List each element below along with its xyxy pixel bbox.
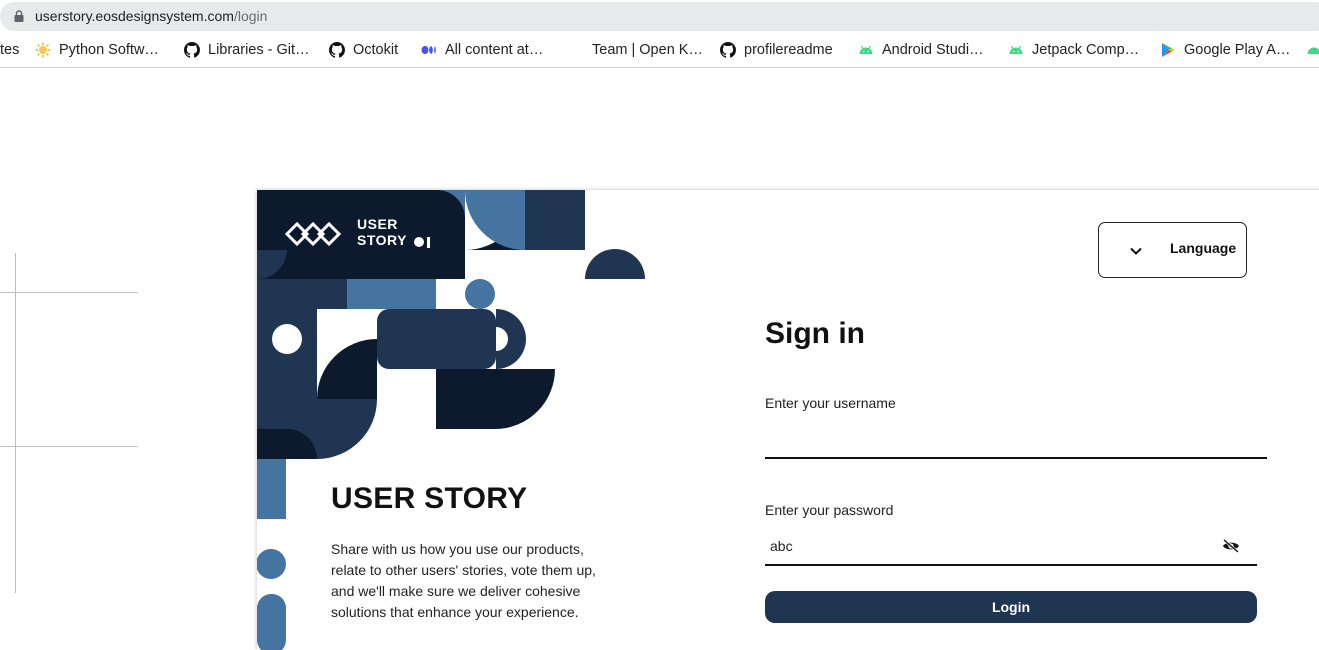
brand-title: USER STORY: [331, 482, 528, 515]
bookmark-label: Octokit: [353, 42, 399, 58]
bookmark-label: Android Studi…: [882, 42, 984, 58]
login-button[interactable]: Login: [765, 591, 1257, 623]
logo-line-1: USER: [357, 216, 398, 232]
language-selector[interactable]: Language: [1098, 222, 1247, 278]
android-icon: [1009, 45, 1023, 54]
password-label: Enter your password: [765, 502, 894, 518]
lock-icon: [14, 10, 24, 22]
github-icon: [184, 42, 200, 58]
logo-text: USER STORY: [357, 216, 407, 248]
url-path: /login: [233, 8, 268, 24]
address-bar[interactable]: userstory.eosdesignsystem.com/login: [0, 0, 1319, 33]
guide-line-vertical: [15, 253, 16, 593]
bookmark-label: profilereadme: [744, 42, 833, 58]
logo-line-2: STORY: [357, 232, 407, 248]
bookmark-item[interactable]: profilereadme: [720, 40, 833, 60]
bookmark-item[interactable]: Google Play A…: [1160, 40, 1290, 60]
bookmark-item[interactable]: Android Studi…: [858, 40, 984, 60]
bookmark-label: Google Play A…: [1184, 42, 1291, 58]
password-underline: [765, 564, 1257, 566]
android-icon: [1307, 47, 1319, 54]
url-text[interactable]: userstory.eosdesignsystem.com/login: [35, 8, 267, 24]
bookmark-item[interactable]: Libraries - Git…: [184, 40, 310, 60]
google-play-icon: [1162, 43, 1175, 57]
username-input[interactable]: [765, 422, 1267, 454]
guide-line-horizontal: [0, 446, 138, 447]
bookmark-label: All content at…: [445, 42, 544, 58]
bookmark-label: Team | Open K…: [592, 42, 703, 58]
username-underline: [765, 457, 1267, 459]
bookmark-label: tes: [0, 42, 20, 58]
page-title: Sign in: [765, 317, 865, 350]
bookmark-item[interactable]: Jetpack Comp…: [1008, 40, 1139, 60]
github-icon: [720, 42, 736, 58]
username-label: Enter your username: [765, 395, 896, 411]
password-input[interactable]: [765, 534, 1215, 558]
bookmark-item[interactable]: Octokit: [329, 40, 398, 60]
bookmark-label: Jetpack Comp…: [1032, 42, 1140, 58]
login-card: USER STORY USER STORY Share with us how …: [257, 190, 1319, 650]
brand-description: Share with us how you use our products, …: [331, 541, 596, 620]
bookmark-label: Libraries - Git…: [208, 42, 310, 58]
python-icon: [35, 42, 51, 58]
medium-icon: [421, 46, 436, 54]
bookmark-item[interactable]: Team | Open K…: [592, 40, 703, 60]
bookmark-label: Python Softw…: [59, 42, 159, 58]
eye-off-icon[interactable]: [1222, 539, 1240, 553]
github-icon: [329, 42, 345, 58]
guide-line-horizontal: [0, 292, 138, 293]
chevron-down-icon: [1130, 247, 1142, 255]
android-icon: [859, 45, 873, 54]
language-label: Language: [1170, 240, 1237, 256]
bookmarks-bar: tes Python Softw… Libraries - Git… Octok…: [0, 33, 1319, 68]
bookmark-item[interactable]: tes: [0, 40, 19, 60]
bookmark-item[interactable]: Python Softw…: [35, 40, 159, 60]
url-host: userstory.eosdesignsystem.com: [35, 8, 234, 24]
bookmark-item[interactable]: All content at…: [421, 40, 543, 60]
bookmark-item-overflow[interactable]: [1306, 40, 1319, 60]
